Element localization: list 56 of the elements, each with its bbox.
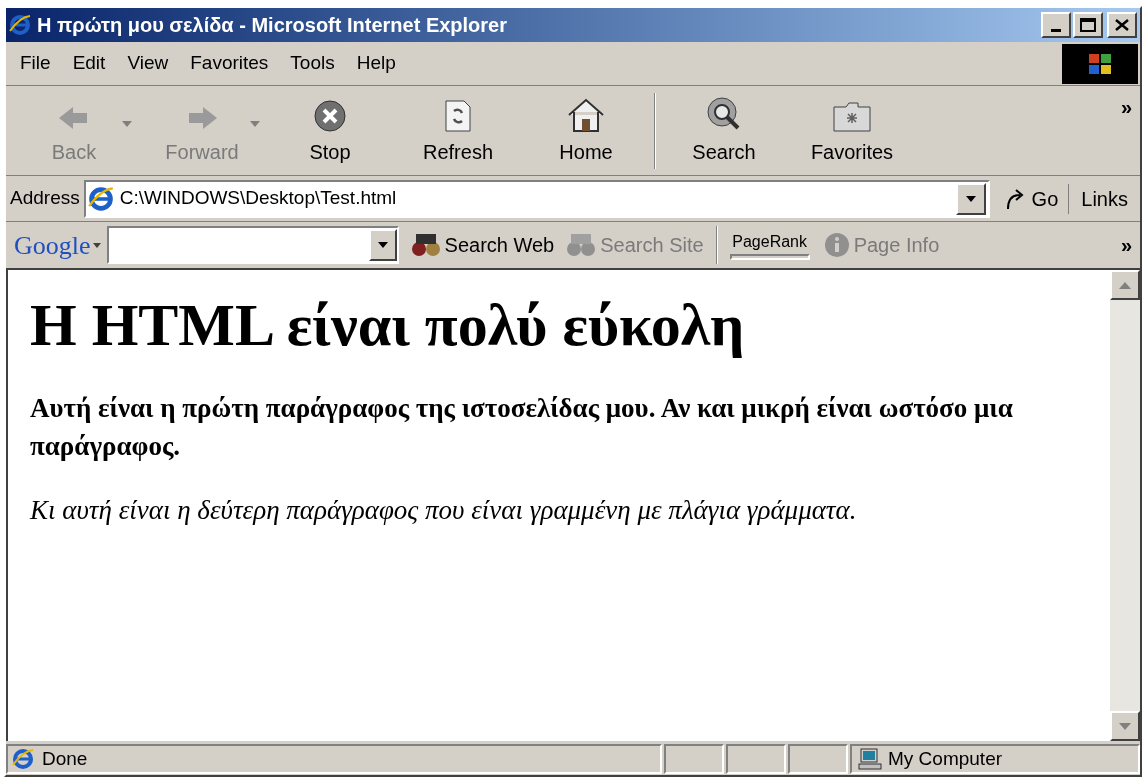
binoculars-icon [566, 232, 597, 258]
google-logo-button[interactable]: Google [14, 225, 101, 265]
stop-icon [313, 98, 347, 133]
scroll-down-button[interactable] [1110, 711, 1140, 741]
close-icon [1115, 19, 1129, 31]
address-dropdown-button[interactable] [955, 182, 986, 215]
status-text-panel: Done [6, 744, 662, 774]
toolbar-button[interactable]: Search [660, 90, 788, 171]
zone-panel: My Computer [850, 744, 1140, 774]
menu-item[interactable]: View [121, 49, 175, 78]
vertical-scrollbar[interactable] [1110, 270, 1140, 741]
down-arrow-icon [1119, 722, 1131, 730]
pagerank-meter: PageRank [729, 230, 810, 260]
computer-icon [858, 748, 882, 770]
up-arrow-icon [1119, 281, 1131, 289]
ie-logo-icon [87, 185, 114, 212]
toolbar-button[interactable]: Stop [266, 90, 394, 171]
page-heading: Η HTML είναι πολύ εύκολη [30, 291, 746, 360]
status-panel [726, 744, 786, 774]
menu-item[interactable]: Edit [66, 49, 112, 78]
menu-item[interactable]: Favorites [184, 49, 275, 78]
menu-item[interactable]: Help [350, 49, 402, 78]
maximize-icon [1080, 18, 1096, 32]
scroll-up-button[interactable] [1110, 270, 1140, 300]
toolbar-button[interactable]: Home [522, 90, 650, 171]
address-field[interactable]: C:\WINDOWS\Desktop\Test.html [83, 179, 990, 218]
ie-logo-icon [12, 748, 34, 770]
more-chevron[interactable]: » [1120, 230, 1132, 260]
google-search-field[interactable] [106, 226, 399, 264]
minimize-icon [1051, 29, 1061, 32]
menu-item[interactable]: File [14, 49, 57, 78]
page-paragraph: Αυτή είναι η πρώτη παράγραφος της ιστοσελίδας μου. Αν και μικρή είναι ωστόσο μια παράγραφος. [30, 392, 1014, 463]
ie-logo-icon [9, 14, 31, 36]
address-label: Address [10, 186, 80, 211]
status-panel [788, 744, 848, 774]
toolbar-button[interactable]: Favorites [788, 90, 916, 171]
refresh-icon [444, 98, 472, 133]
toolbar-button[interactable]: Refresh [394, 90, 522, 171]
home-icon [566, 96, 606, 133]
more-chevron[interactable]: » [1120, 92, 1132, 122]
dropdown-arrow-icon [92, 242, 101, 248]
page-paragraph: Κι αυτή είναι η δεύτερη παράγραφος που είναι γραμμένη με πλάγια γράμματα. [30, 494, 858, 527]
maximize-button[interactable] [1073, 12, 1103, 38]
google-toolbar-button[interactable]: Search Web [410, 230, 555, 260]
go-button[interactable]: Go [993, 183, 1070, 214]
info-icon [823, 232, 850, 258]
menu-item[interactable]: Tools [284, 49, 341, 78]
binoculars-icon [410, 232, 441, 258]
minimize-button[interactable] [1041, 12, 1071, 38]
windows-flag-icon [1087, 51, 1113, 76]
status-panel [664, 744, 724, 774]
close-button[interactable] [1107, 12, 1137, 38]
dropdown-arrow-icon [376, 241, 389, 249]
window-title: Η πρώτη μου σελίδα - Microsoft Internet Explorer [37, 13, 508, 38]
dropdown-arrow-icon [964, 194, 977, 203]
links-button[interactable]: Links [1073, 183, 1136, 214]
